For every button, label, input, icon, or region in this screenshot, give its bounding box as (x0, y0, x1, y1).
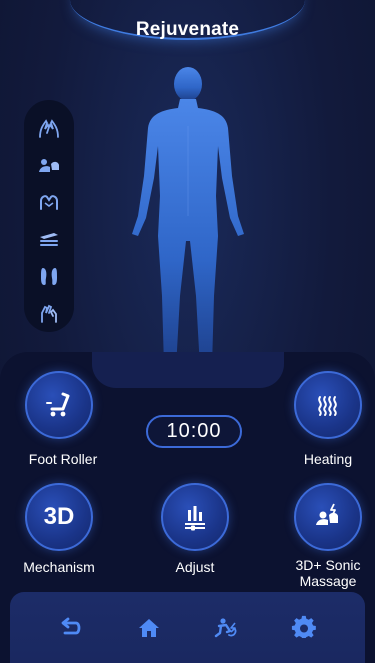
mechanism-3d-icon: 3D (43, 503, 75, 530)
nav-massage-mode[interactable] (206, 608, 246, 648)
settings-icon (292, 615, 316, 638)
heating-button[interactable] (294, 371, 362, 439)
massage-mode-panel (24, 100, 74, 332)
nav-settings[interactable] (284, 608, 324, 648)
app-screen: Rejuvenate Foot Roller Heating 10:00 3D … (0, 0, 375, 663)
page-title: Rejuvenate (135, 19, 240, 40)
body-figure (132, 67, 244, 368)
nav-home[interactable] (129, 608, 169, 648)
back-roller-icon[interactable] (34, 225, 64, 253)
sonic-massage-button[interactable] (294, 483, 362, 551)
sonic-massage-label: 3D+ Sonic Massage (295, 557, 361, 589)
foot-roller-icon (46, 392, 70, 417)
hands-kneading-icon[interactable] (34, 114, 64, 142)
panel-notch (92, 352, 284, 388)
foot-roller-label: Foot Roller (28, 451, 98, 467)
adjust-icon (185, 506, 205, 531)
heating-icon (318, 396, 337, 416)
hand-tap-icon[interactable] (34, 299, 64, 327)
massage-mode-icon (215, 617, 237, 637)
feet-icon[interactable] (34, 262, 64, 290)
sonic-massage-icon (316, 503, 338, 525)
bottom-nav-bar (10, 592, 365, 663)
foot-roller-button[interactable] (25, 371, 93, 439)
hands-grip-icon[interactable] (34, 188, 64, 216)
shoulder-press-icon[interactable] (34, 151, 64, 179)
adjust-label: Adjust (175, 559, 215, 575)
home-icon (138, 618, 159, 637)
timer-display: 10:00 (146, 415, 242, 448)
back-icon (61, 617, 81, 634)
mechanism-button[interactable]: 3D (25, 483, 93, 551)
adjust-button[interactable] (161, 483, 229, 551)
heating-label: Heating (303, 451, 353, 467)
mechanism-label: Mechanism (23, 559, 95, 575)
nav-back[interactable] (51, 608, 91, 648)
